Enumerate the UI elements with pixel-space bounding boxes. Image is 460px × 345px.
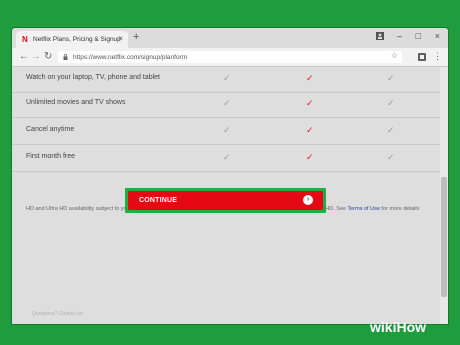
forward-arrow-icon[interactable]: → (31, 51, 41, 62)
netflix-favicon-icon: N (22, 34, 28, 44)
feature-row: Watch on your laptop, TV, phone and tabl… (12, 67, 440, 93)
tab-netflix[interactable]: N Netflix Plans, Pricing & Signup × (16, 31, 128, 48)
continue-label: CONTINUE (139, 197, 178, 204)
tab-strip: N Netflix Plans, Pricing & Signup × + – … (12, 28, 448, 48)
browser-window: N Netflix Plans, Pricing & Signup × + – … (12, 28, 448, 324)
address-bar[interactable]: https://www.netflix.com/signup/planform … (58, 51, 402, 63)
check-icon: ✓ (306, 152, 314, 162)
scrollbar-thumb[interactable] (441, 177, 447, 297)
maximize-button[interactable]: □ (416, 30, 421, 42)
check-icon: ✓ (223, 98, 231, 108)
feature-row: Unlimited movies and TV shows ✓ ✓ ✓ (12, 92, 440, 118)
reload-icon[interactable]: ↻ (44, 51, 52, 62)
wikihow-watermark: wikiHow (370, 319, 426, 335)
check-icon: ✓ (306, 98, 314, 108)
feature-label: Cancel anytime (26, 126, 75, 133)
feature-label: First month free (26, 153, 76, 160)
lock-icon (63, 54, 68, 60)
feature-row: First month free ✓ ✓ ✓ (12, 146, 440, 172)
check-icon: ✓ (387, 152, 395, 162)
watermark-how: How (396, 319, 427, 335)
check-icon: ✓ (387, 73, 395, 83)
check-icon: ✓ (223, 152, 231, 162)
browser-toolbar: ← → ↻ https://www.netflix.com/signup/pla… (12, 48, 448, 67)
feature-label: Unlimited movies and TV shows (26, 99, 126, 106)
check-icon: ✓ (387, 98, 395, 108)
check-icon: ✓ (387, 125, 395, 135)
minimize-button[interactable]: – (397, 30, 402, 42)
page-content: Watch on your laptop, TV, phone and tabl… (12, 67, 440, 324)
terms-of-use-link[interactable]: Terms of Use (348, 206, 380, 212)
feature-row: Cancel anytime ✓ ✓ ✓ (12, 119, 440, 145)
watermark-wiki: wiki (370, 319, 397, 335)
continue-button[interactable]: CONTINUE › (128, 191, 323, 210)
menu-icon[interactable]: ⋮ (433, 51, 442, 62)
check-icon: ✓ (306, 73, 314, 83)
footer-text: Questions? Contact us. (32, 311, 84, 317)
new-tab-button[interactable]: + (133, 32, 139, 43)
feature-label: Watch on your laptop, TV, phone and tabl… (26, 74, 161, 81)
check-icon: ✓ (223, 73, 231, 83)
chevron-right-icon: › (303, 195, 313, 205)
extension-icon[interactable] (416, 51, 428, 63)
continue-highlight: CONTINUE › (125, 188, 326, 213)
user-profile-icon[interactable] (376, 32, 384, 40)
check-icon: ✓ (306, 125, 314, 135)
tab-close-icon[interactable]: × (118, 34, 123, 43)
url-text: https://www.netflix.com/signup/planform (73, 53, 188, 61)
back-arrow-icon[interactable]: ← (19, 51, 29, 62)
disclaimer-suffix: for more details (379, 206, 420, 212)
tab-title: Netflix Plans, Pricing & Signup (33, 36, 121, 43)
scrollbar[interactable] (440, 67, 448, 324)
close-window-button[interactable]: × (435, 30, 440, 42)
check-icon: ✓ (223, 125, 231, 135)
bookmark-star-icon[interactable]: ☆ (391, 51, 398, 60)
